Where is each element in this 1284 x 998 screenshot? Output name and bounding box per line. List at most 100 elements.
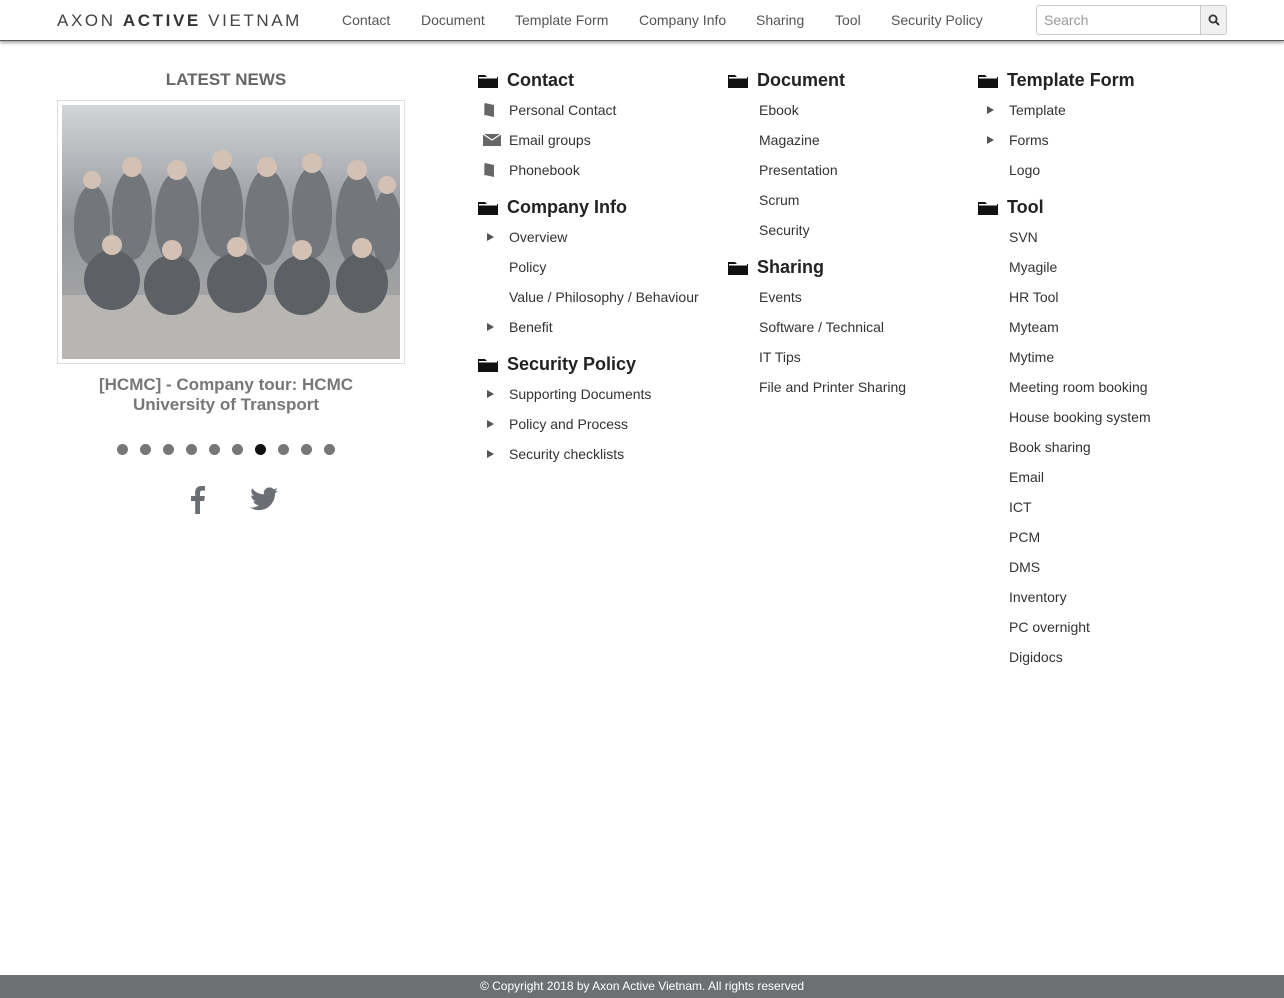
book-icon [484, 103, 494, 117]
link-policy[interactable]: Policy [477, 252, 699, 282]
envelope-icon [483, 134, 501, 146]
link-mytime[interactable]: Mytime [977, 342, 1151, 372]
link-file-printer-sharing[interactable]: File and Printer Sharing [727, 372, 906, 402]
link-security-checklists[interactable]: Security checklists [477, 439, 699, 469]
nav-contact[interactable]: Contact [342, 12, 390, 28]
folder-icon [478, 358, 498, 372]
link-value-philosophy[interactable]: Value / Philosophy / Behaviour [477, 282, 699, 312]
link-hr-tool[interactable]: HR Tool [977, 282, 1151, 312]
facebook-icon[interactable] [186, 484, 208, 514]
link-personal-contact[interactable]: Personal Contact [477, 95, 699, 125]
nav-security-policy[interactable]: Security Policy [891, 12, 983, 28]
group-title-company-info[interactable]: Company Info [507, 197, 627, 218]
link-supporting-documents[interactable]: Supporting Documents [477, 379, 699, 409]
caret-right-icon [487, 450, 494, 458]
group-title-contact[interactable]: Contact [507, 70, 574, 91]
search-button[interactable] [1200, 5, 1227, 35]
carousel-dot[interactable] [232, 444, 243, 455]
search-form [1036, 5, 1227, 35]
carousel-dot[interactable] [324, 444, 335, 455]
link-myagile[interactable]: Myagile [977, 252, 1151, 282]
footer-copyright: © Copyright 2018 by Axon Active Vietnam.… [0, 975, 1284, 998]
folder-icon [478, 201, 498, 215]
link-logo[interactable]: Logo [977, 155, 1151, 185]
link-overview[interactable]: Overview [477, 222, 699, 252]
group-title-tool[interactable]: Tool [1007, 197, 1044, 218]
link-email-groups[interactable]: Email groups [477, 125, 699, 155]
nav-template-form[interactable]: Template Form [515, 12, 608, 28]
news-photo [62, 105, 400, 359]
link-dms[interactable]: DMS [977, 552, 1151, 582]
folder-icon [478, 74, 498, 88]
carousel-dot[interactable] [186, 444, 197, 455]
caret-right-icon [487, 420, 494, 428]
link-phonebook[interactable]: Phonebook [477, 155, 699, 185]
twitter-icon[interactable] [249, 484, 279, 512]
group-contact: Contact Personal Contact Email groups Ph… [477, 68, 699, 185]
link-benefit[interactable]: Benefit [477, 312, 699, 342]
carousel-dot[interactable] [140, 444, 151, 455]
menu-column-1: Contact Personal Contact Email groups Ph… [477, 68, 699, 479]
nav-company-info[interactable]: Company Info [639, 12, 726, 28]
nav-document[interactable]: Document [421, 12, 485, 28]
link-inventory[interactable]: Inventory [977, 582, 1151, 612]
book-icon [484, 163, 494, 177]
menu-column-3: Template Form Template Forms Logo Tool S… [977, 68, 1151, 682]
link-pc-overnight[interactable]: PC overnight [977, 612, 1151, 642]
link-svn[interactable]: SVN [977, 222, 1151, 252]
brand-text-light-2: VIETNAM [200, 11, 302, 30]
link-template[interactable]: Template [977, 95, 1151, 125]
carousel-dot[interactable] [117, 444, 128, 455]
folder-icon [728, 74, 748, 88]
link-pcm[interactable]: PCM [977, 522, 1151, 552]
group-title-template-form[interactable]: Template Form [1007, 70, 1135, 91]
link-house-booking-system[interactable]: House booking system [977, 402, 1151, 432]
search-icon [1208, 14, 1220, 26]
brand-logo[interactable]: AXON ACTIVE VIETNAM [57, 11, 302, 31]
link-presentation[interactable]: Presentation [727, 155, 906, 185]
link-security[interactable]: Security [727, 215, 906, 245]
brand-text-bold: ACTIVE [122, 11, 201, 30]
link-it-tips[interactable]: IT Tips [727, 342, 906, 372]
latest-news-title: LATEST NEWS [165, 70, 287, 89]
group-title-document[interactable]: Document [757, 70, 845, 91]
nav-tool[interactable]: Tool [835, 12, 861, 28]
carousel-dot[interactable] [278, 444, 289, 455]
link-events[interactable]: Events [727, 282, 906, 312]
carousel-dot[interactable] [163, 444, 174, 455]
group-document: Document Ebook Magazine Presentation Scr… [727, 68, 906, 245]
group-title-security-policy[interactable]: Security Policy [507, 354, 636, 375]
carousel-dot[interactable] [301, 444, 312, 455]
carousel-dot-active[interactable] [255, 444, 266, 455]
link-book-sharing[interactable]: Book sharing [977, 432, 1151, 462]
carousel-dot[interactable] [209, 444, 220, 455]
link-digidocs[interactable]: Digidocs [977, 642, 1151, 672]
caret-right-icon [987, 136, 994, 144]
carousel-indicators [117, 444, 335, 455]
caret-right-icon [987, 106, 994, 114]
brand-text-light: AXON [57, 11, 123, 30]
link-myteam[interactable]: Myteam [977, 312, 1151, 342]
news-image-frame[interactable] [57, 100, 405, 364]
link-ict[interactable]: ICT [977, 492, 1151, 522]
caret-right-icon [487, 323, 494, 331]
link-policy-and-process[interactable]: Policy and Process [477, 409, 699, 439]
caret-right-icon [487, 233, 494, 241]
menu-column-2: Document Ebook Magazine Presentation Scr… [727, 68, 906, 412]
search-input[interactable] [1036, 5, 1200, 35]
group-template-form: Template Form Template Forms Logo [977, 68, 1151, 185]
group-title-sharing[interactable]: Sharing [757, 257, 824, 278]
link-forms[interactable]: Forms [977, 125, 1151, 155]
link-magazine[interactable]: Magazine [727, 125, 906, 155]
link-scrum[interactable]: Scrum [727, 185, 906, 215]
link-email[interactable]: Email [977, 462, 1151, 492]
link-meeting-room-booking[interactable]: Meeting room booking [977, 372, 1151, 402]
group-tool: Tool SVN Myagile HR Tool Myteam Mytime M… [977, 195, 1151, 672]
link-ebook[interactable]: Ebook [727, 95, 906, 125]
news-caption[interactable]: [HCMC] - Company tour: HCMC University o… [57, 375, 395, 415]
link-software-technical[interactable]: Software / Technical [727, 312, 906, 342]
folder-icon [978, 74, 998, 88]
folder-icon [978, 201, 998, 215]
nav-sharing[interactable]: Sharing [756, 12, 804, 28]
group-security-policy: Security Policy Supporting Documents Pol… [477, 352, 699, 469]
